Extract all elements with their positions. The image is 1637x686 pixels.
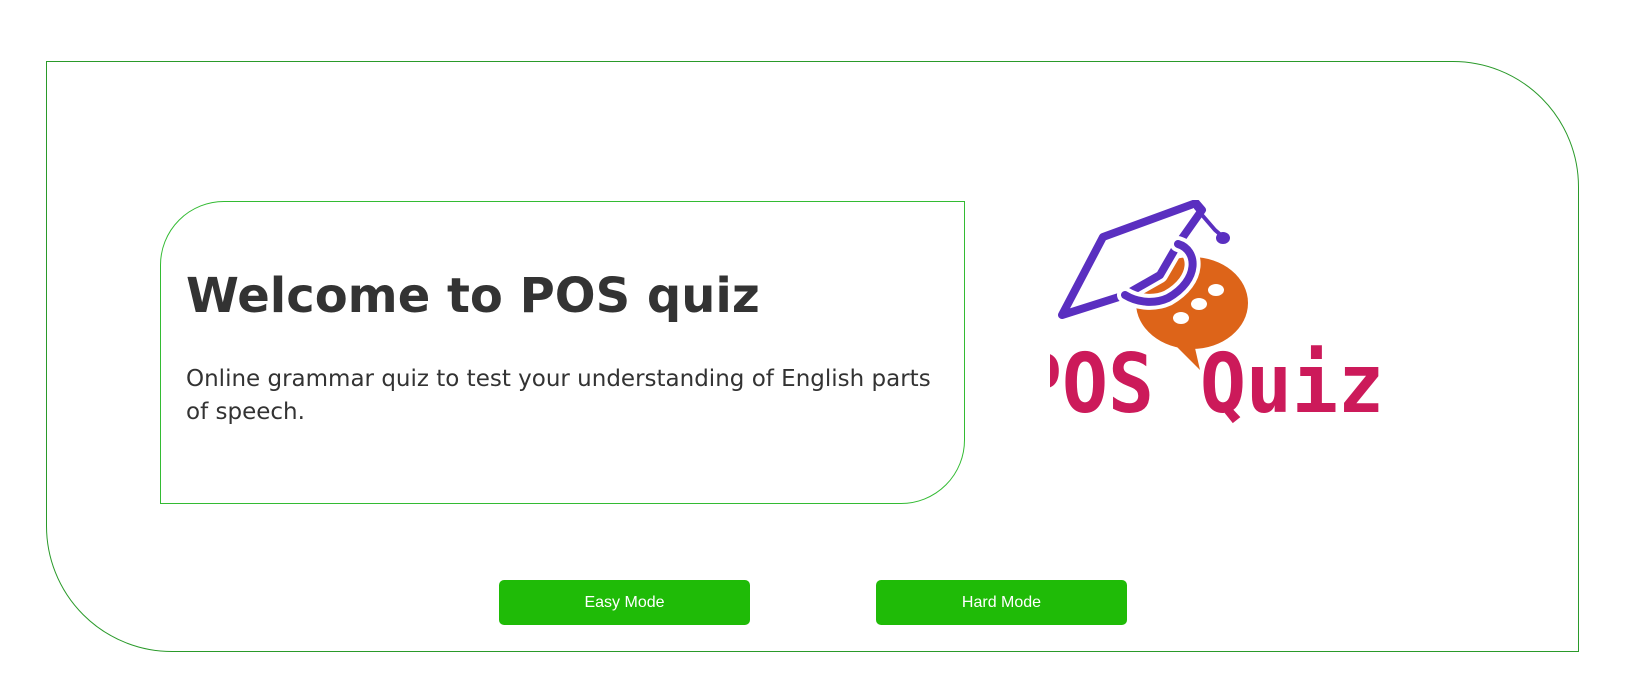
welcome-description: Online grammar quiz to test your underst… [186,366,931,425]
welcome-card [160,201,965,504]
pos-quiz-logo: POS Quiz [1050,200,1384,432]
easy-mode-button[interactable]: Easy Mode [499,580,750,625]
logo-text: POS Quiz [1050,337,1384,432]
hard-mode-button[interactable]: Hard Mode [876,580,1127,625]
welcome-title: Welcome to POS quiz [186,268,760,324]
